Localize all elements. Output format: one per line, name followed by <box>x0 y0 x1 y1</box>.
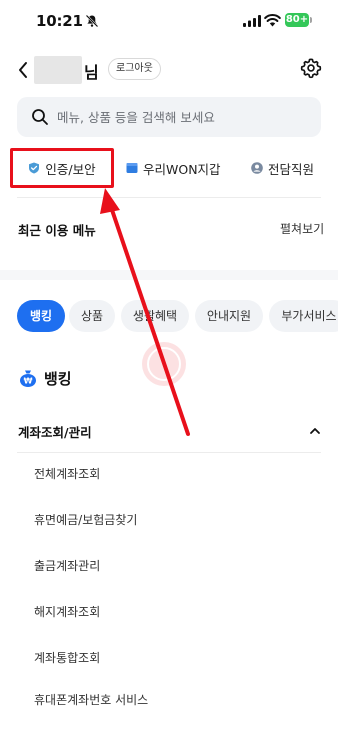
quick-menu-label: 전담직원 <box>268 161 315 177</box>
chip-life-benefits[interactable]: 생활혜택 <box>121 300 189 332</box>
group-header-account[interactable]: 계좌조회/관리 <box>18 418 322 444</box>
signal-icon <box>243 15 261 27</box>
logout-button[interactable]: 로그아웃 <box>108 58 161 80</box>
chevron-up-icon <box>310 428 320 434</box>
section-gap <box>0 270 338 280</box>
settings-button[interactable] <box>300 57 322 79</box>
menu-item[interactable]: 휴대폰계좌번호 서비스 <box>34 686 314 714</box>
menu-item[interactable]: 출금계좌관리 <box>34 552 314 580</box>
shield-check-icon <box>29 162 40 174</box>
search-input[interactable] <box>57 97 307 137</box>
wallet-icon <box>126 163 138 173</box>
status-bar: 10:21 80+ <box>0 0 338 44</box>
bell-off-icon <box>85 14 99 28</box>
user-name-suffix: 님 <box>84 63 99 82</box>
quick-menu-label: 인증/보안 <box>45 161 96 177</box>
status-time: 10:21 <box>36 12 83 30</box>
search-icon <box>32 109 48 125</box>
battery-tip <box>310 17 312 23</box>
menu-item[interactable]: 해지계좌조회 <box>34 598 314 626</box>
battery-indicator: 80+ <box>285 13 309 27</box>
quick-menu: 인증/보안 우리WON지갑 전담직원 <box>0 148 338 188</box>
money-bag-icon: ₩ <box>20 370 36 387</box>
menu-item[interactable]: 계좌통합조회 <box>34 644 314 672</box>
divider <box>17 197 321 198</box>
chip-banking[interactable]: 뱅킹 <box>17 300 65 332</box>
menu-item[interactable]: 전체계좌조회 <box>34 460 314 488</box>
person-icon <box>251 162 263 174</box>
watermark-seal <box>142 342 186 386</box>
user-name-redacted <box>34 56 82 84</box>
chip-extra-services[interactable]: 부가서비스 <box>269 300 338 332</box>
search-box[interactable] <box>17 97 321 137</box>
quick-menu-auth-security[interactable]: 인증/보안 <box>10 148 114 188</box>
svg-text:₩: ₩ <box>24 377 33 386</box>
back-button[interactable] <box>14 58 32 82</box>
recent-menu-title: 최근 이용 메뉴 <box>18 223 96 238</box>
group-title: 계좌조회/관리 <box>18 424 92 440</box>
quick-menu-label: 우리WON지갑 <box>143 161 221 177</box>
menu-item[interactable]: 휴면예금/보험금찾기 <box>34 506 314 534</box>
chevron-left-icon <box>19 62 27 78</box>
chip-products[interactable]: 상품 <box>69 300 115 332</box>
gear-icon <box>300 58 322 79</box>
expand-recent-button[interactable]: 펼쳐보기 <box>280 220 324 237</box>
quick-menu-dedicated-staff[interactable]: 전담직원 <box>251 148 314 188</box>
section-title: 뱅킹 <box>44 370 72 388</box>
chip-guide-support[interactable]: 안내지원 <box>195 300 263 332</box>
quick-menu-won-wallet[interactable]: 우리WON지갑 <box>126 148 221 188</box>
wifi-icon <box>264 14 281 27</box>
divider <box>17 452 321 453</box>
category-chips: 뱅킹 상품 생활혜택 안내지원 부가서비스 <box>0 300 338 334</box>
